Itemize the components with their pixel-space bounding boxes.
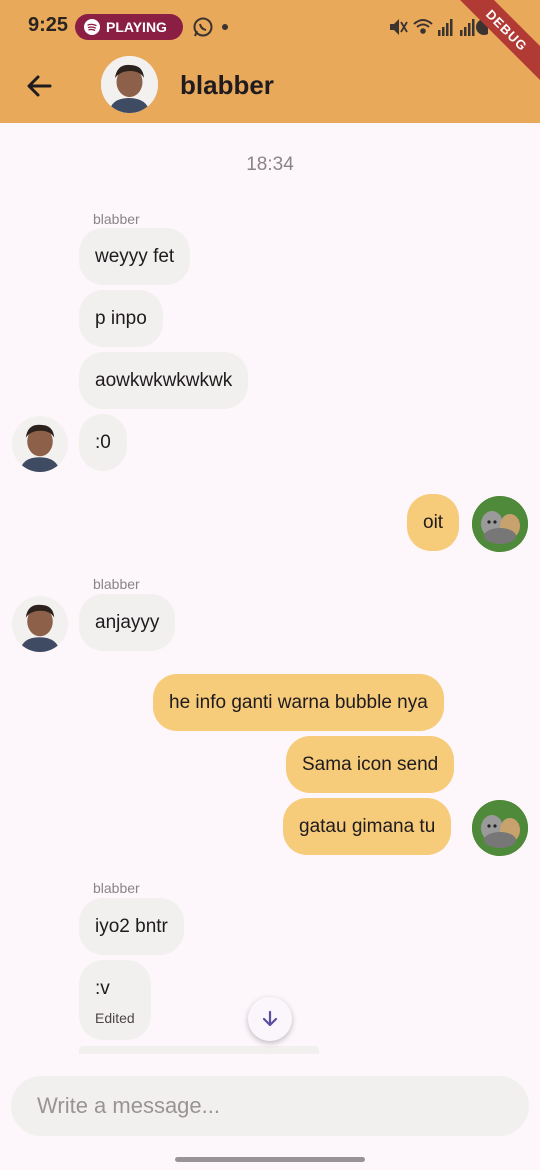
message-text: gatau gimana tu: [299, 815, 436, 837]
sender-name: blabber: [93, 880, 140, 896]
message-text: oit: [423, 511, 444, 533]
message-text: iyo2 bntr: [95, 915, 168, 937]
message-text: Sama icon send: [302, 753, 439, 775]
person-avatar-image: [12, 416, 68, 472]
sender-name: blabber: [93, 211, 140, 227]
notification-dot-icon: [222, 24, 228, 30]
signal-icon: [438, 19, 475, 36]
status-icons: [390, 19, 488, 36]
my-avatar[interactable]: [472, 800, 528, 856]
sender-avatar[interactable]: [12, 416, 68, 472]
message-bubble-incoming[interactable]: iyo2 bntr: [79, 898, 184, 955]
message-bubble-incoming[interactable]: weyyy fet: [79, 228, 191, 285]
message-bubble-incoming[interactable]: :0: [79, 414, 127, 471]
person-avatar-image: [101, 56, 158, 113]
home-indicator[interactable]: [175, 1157, 365, 1162]
status-time: 9:25: [28, 14, 69, 36]
message-bubble-incoming[interactable]: :v: [79, 960, 151, 1040]
contact-avatar[interactable]: [101, 56, 158, 113]
media-playing-pill[interactable]: PLAYING: [75, 14, 183, 40]
sender-avatar[interactable]: [12, 596, 68, 652]
message-bubble-outgoing[interactable]: he info ganti warna bubble nya: [153, 674, 444, 731]
message-text: p inpo: [95, 307, 147, 329]
chat-timestamp: 18:34: [246, 154, 294, 175]
sender-name: blabber: [93, 576, 140, 592]
message-bubble-outgoing[interactable]: gatau gimana tu: [283, 798, 452, 855]
spotify-icon: [84, 19, 100, 35]
message-text: :v: [95, 978, 110, 999]
message-bubble-outgoing[interactable]: oit: [407, 494, 460, 551]
app-header: 9:25 PLAYING DEBUG blabber: [0, 0, 540, 123]
message-text: weyyy fet: [95, 245, 175, 267]
message-bubble-partial[interactable]: [79, 1046, 319, 1054]
mute-icon: [390, 19, 408, 35]
message-bubble-incoming[interactable]: anjayyy: [79, 594, 176, 651]
scroll-to-bottom-button[interactable]: [248, 997, 292, 1041]
message-bubble-outgoing[interactable]: Sama icon send: [286, 736, 455, 793]
back-arrow-icon[interactable]: [22, 68, 58, 104]
arrow-down-icon: [262, 1010, 278, 1027]
message-input[interactable]: [11, 1076, 529, 1136]
my-avatar[interactable]: [472, 496, 528, 552]
cats-avatar-image: [472, 800, 528, 856]
message-text: :0: [95, 431, 111, 453]
status-bar: 9:25 PLAYING: [0, 0, 540, 56]
message-bubble-incoming[interactable]: aowkwkwkwkwk: [79, 352, 249, 409]
media-pill-label: PLAYING: [106, 19, 167, 35]
edited-label: Edited: [95, 1010, 135, 1026]
whatsapp-icon: [193, 17, 213, 37]
message-bubble-incoming[interactable]: p inpo: [79, 290, 163, 347]
app-bar: blabber: [0, 56, 540, 123]
person-avatar-image: [12, 596, 68, 652]
message-text: aowkwkwkwkwk: [95, 369, 233, 391]
chat-title: blabber: [180, 70, 274, 100]
cats-avatar-image: [472, 496, 528, 552]
message-text: anjayyy: [95, 611, 160, 633]
wifi-icon: [413, 19, 433, 34]
message-text: he info ganti warna bubble nya: [169, 691, 428, 713]
